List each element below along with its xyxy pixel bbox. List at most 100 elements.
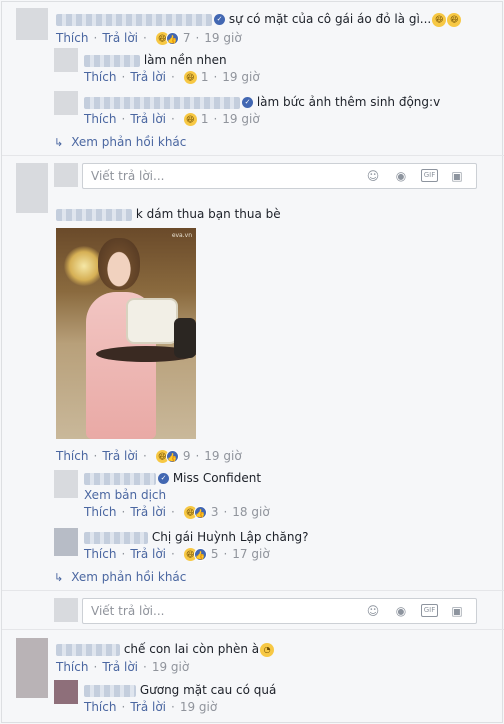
more-replies-link[interactable]: ↳ Xem phản hồi khác: [54, 570, 186, 584]
see-translation-link[interactable]: Xem bản dịch: [84, 488, 166, 502]
comment-actions: Thích · Trả lời · 😆 1 · 19 giờ: [84, 112, 260, 126]
reply-button[interactable]: Trả lời: [102, 31, 138, 45]
like-button[interactable]: Thích: [56, 449, 88, 463]
photo-face: [98, 238, 140, 290]
reactions[interactable]: 😆 👍: [183, 547, 207, 561]
timestamp[interactable]: 19 giờ: [152, 660, 189, 674]
reply-button[interactable]: Trả lời: [130, 112, 166, 126]
avatar: [16, 163, 48, 213]
comment-text: làm nền nhen: [143, 53, 227, 67]
haha-reaction-icon: 😆: [183, 70, 197, 84]
photo-watermark: eva.vn: [171, 232, 192, 239]
like-button[interactable]: Thích: [84, 700, 116, 714]
reactions[interactable]: 😆 👍: [183, 505, 207, 519]
gif-icon[interactable]: GIF: [421, 169, 438, 182]
reaction-count: 7: [182, 31, 191, 45]
reply-2: ✓ làm bức ảnh thêm sinh động:v: [84, 95, 440, 109]
avatar[interactable]: [16, 638, 48, 698]
comment-text: Miss Confident: [172, 471, 262, 485]
avatar[interactable]: [54, 48, 78, 72]
comment-2: k dám thua bạn thua bè: [56, 207, 281, 221]
commenter-name[interactable]: [84, 96, 240, 109]
like-reaction-icon: 👍: [165, 31, 179, 45]
commenter-name[interactable]: [56, 643, 120, 656]
reactions[interactable]: 😆: [183, 70, 197, 84]
timestamp[interactable]: 17 giờ: [232, 547, 269, 561]
reply-button[interactable]: Trả lời: [130, 700, 166, 714]
comment-photo[interactable]: eva.vn: [56, 228, 196, 439]
reply-button[interactable]: Trả lời: [130, 70, 166, 84]
commenter-name[interactable]: [84, 54, 140, 67]
comment-text: sự có mặt của cô gái áo đỏ là gì...: [228, 12, 432, 26]
comment-actions: Thích · Trả lời · 😆 👍 5 · 17 giờ: [84, 547, 270, 561]
divider: [2, 629, 504, 630]
avatar[interactable]: [54, 91, 78, 115]
camera-icon[interactable]: ◉: [393, 168, 409, 184]
comment-text: k dám thua bạn thua bè: [135, 207, 281, 221]
reactions[interactable]: 😆 👍: [155, 449, 179, 463]
reply-1: làm nền nhen: [84, 53, 227, 67]
reply-input[interactable]: [91, 168, 291, 184]
avatar[interactable]: [16, 8, 48, 40]
comment-text: làm bức ảnh thêm sinh động:v: [256, 95, 441, 109]
reply-button[interactable]: Trả lời: [130, 547, 166, 561]
like-button[interactable]: Thích: [84, 70, 116, 84]
timestamp[interactable]: 19 giờ: [180, 700, 217, 714]
like-button[interactable]: Thích: [84, 547, 116, 561]
reaction-count: 5: [210, 547, 219, 561]
comment-actions: Thích · Trả lời · 😆 👍 9 · 19 giờ: [56, 449, 242, 463]
reply-arrow-icon: ↳: [54, 136, 64, 149]
reply-arrow-icon: ↳: [54, 571, 64, 584]
reply-4: Chị gái Huỳnh Lập chăng?: [84, 530, 308, 544]
commenter-name[interactable]: [84, 472, 156, 485]
like-button[interactable]: Thích: [56, 660, 88, 674]
divider: [2, 155, 504, 156]
reply-button[interactable]: Trả lời: [102, 660, 138, 674]
like-button[interactable]: Thích: [84, 505, 116, 519]
comment-actions: Thích · Trả lời · 😆 👍 7 · 19 giờ: [56, 31, 242, 45]
reaction-count: 1: [200, 70, 209, 84]
avatar[interactable]: [54, 470, 78, 498]
comment-1: ✓ sự có mặt của cô gái áo đỏ là gì... 😆 😆: [56, 12, 462, 27]
timestamp[interactable]: 19 giờ: [222, 70, 259, 84]
reactions[interactable]: 😆: [183, 112, 197, 126]
reactions[interactable]: 😆 👍: [155, 31, 179, 45]
avatar[interactable]: [54, 680, 78, 704]
timestamp[interactable]: 19 giờ: [222, 112, 259, 126]
like-reaction-icon: 👍: [193, 547, 207, 561]
divider: [2, 590, 504, 591]
avatar: [54, 598, 78, 622]
reply-button[interactable]: Trả lời: [102, 449, 138, 463]
avatar[interactable]: [54, 528, 78, 556]
reaction-count: 3: [210, 505, 219, 519]
verified-badge-icon: ✓: [158, 473, 169, 484]
reply-3: ✓ Miss Confident: [84, 471, 261, 485]
timestamp[interactable]: 19 giờ: [204, 31, 241, 45]
laughing-emoji-icon: 😆: [447, 12, 462, 27]
reply-input[interactable]: [91, 603, 291, 619]
gif-icon[interactable]: GIF: [421, 604, 438, 617]
timestamp[interactable]: 19 giờ: [204, 449, 241, 463]
commenter-name[interactable]: [56, 13, 212, 26]
comment-actions: Thích · Trả lời · 😆 👍 3 · 18 giờ: [84, 505, 270, 519]
reply-button[interactable]: Trả lời: [130, 505, 166, 519]
more-replies-label: Xem phản hồi khác: [71, 570, 187, 584]
timestamp[interactable]: 18 giờ: [232, 505, 269, 519]
avatar: [54, 163, 78, 187]
reply-5: Gương mặt cau có quá: [84, 683, 276, 697]
sticker-icon[interactable]: ▣: [449, 168, 465, 184]
smiley-icon[interactable]: ☺: [365, 603, 381, 619]
comment-text: chế con lai còn phèn à: [123, 642, 260, 656]
camera-icon[interactable]: ◉: [393, 603, 409, 619]
like-button[interactable]: Thích: [84, 112, 116, 126]
smiley-icon[interactable]: ☺: [365, 168, 381, 184]
sticker-icon[interactable]: ▣: [449, 603, 465, 619]
commenter-name[interactable]: [56, 208, 132, 221]
comment-actions: Thích · Trả lời · 19 giờ: [84, 700, 218, 714]
like-button[interactable]: Thích: [56, 31, 88, 45]
commenter-name[interactable]: [84, 684, 136, 697]
reply-box: ☺ ◉ GIF ▣: [82, 598, 477, 624]
photo-black-bag: [174, 318, 196, 358]
commenter-name[interactable]: [84, 531, 148, 544]
more-replies-link[interactable]: ↳ Xem phản hồi khác: [54, 135, 186, 149]
